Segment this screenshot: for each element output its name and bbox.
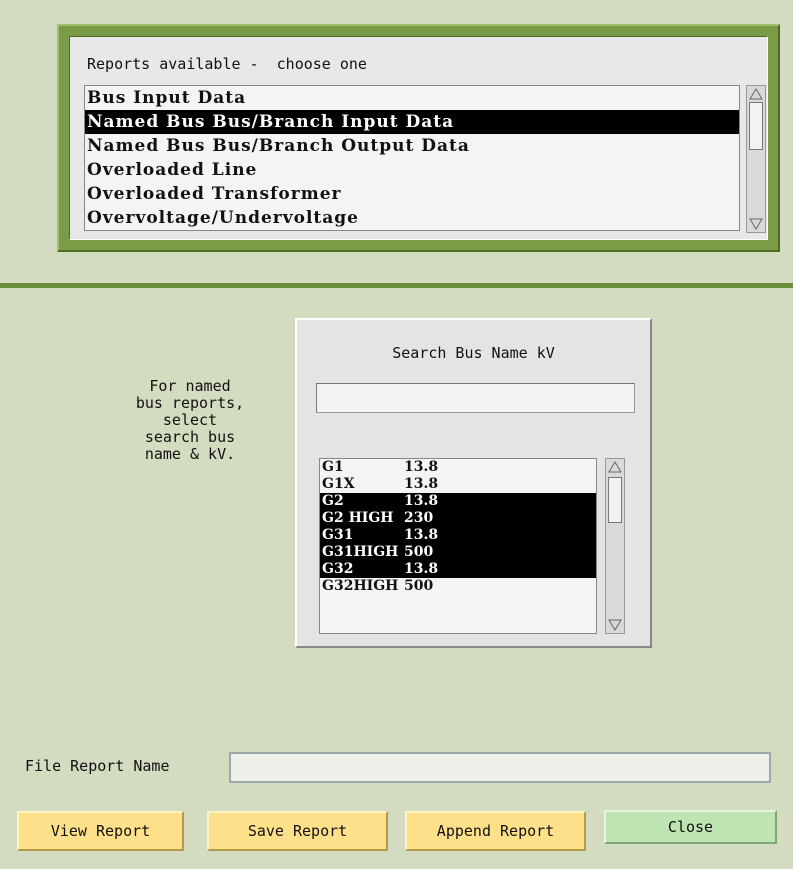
bus-name: G1X <box>322 476 355 492</box>
bus-kv: 13.8 <box>404 527 439 543</box>
report-list[interactable]: Bus Input Data Named Bus Bus/Branch Input… <box>84 85 740 231</box>
scroll-up-icon[interactable] <box>749 88 763 100</box>
bus-name: G1 <box>322 459 344 475</box>
bus-name: G31 <box>322 527 354 543</box>
scroll-thumb[interactable] <box>749 102 763 150</box>
bus-kv: 13.8 <box>404 493 439 509</box>
bus-list-item[interactable]: G1 13.8 <box>320 459 596 476</box>
view-report-button[interactable]: View Report <box>17 811 184 851</box>
bus-kv: 500 <box>404 544 434 560</box>
reports-inner-panel: Reports available - choose one Bus Input… <box>69 36 768 240</box>
bus-list[interactable]: G1 13.8 G1X 13.8 G2 13.8 G2 HIGH 230 G31 13.8 G31H… <box>319 458 597 634</box>
bus-name: G2 HIGH <box>322 510 394 526</box>
bus-kv: 13.8 <box>404 476 439 492</box>
scroll-thumb[interactable] <box>608 477 622 523</box>
file-report-name-input[interactable] <box>229 752 771 783</box>
scroll-down-icon[interactable] <box>749 218 763 230</box>
save-report-button[interactable]: Save Report <box>207 811 388 851</box>
bus-name: G2 <box>322 493 344 509</box>
file-report-label: File Report Name <box>25 757 170 775</box>
help-text: For named bus reports, select search bus… <box>135 377 245 463</box>
bus-name: G32 <box>322 561 354 577</box>
search-bus-panel: Search Bus Name kV G1 13.8 G1X 13.8 G2 13.8 G2… <box>295 318 652 648</box>
bus-name: G32HIGH <box>322 578 399 594</box>
report-list-item[interactable]: Overloaded Transformer <box>85 182 739 206</box>
bus-list-item[interactable]: G32HIGH 500 <box>320 578 596 595</box>
bus-list-item[interactable]: G2 HIGH 230 <box>320 510 596 527</box>
bus-list-item[interactable]: G1X 13.8 <box>320 476 596 493</box>
report-list-item[interactable]: Overloaded Line <box>85 158 739 182</box>
bus-name: G31HIGH <box>322 544 399 560</box>
bus-kv: 13.8 <box>404 459 439 475</box>
report-selection-panel: Reports available - choose one Bus Input… <box>0 0 793 283</box>
panel-divider <box>0 283 793 288</box>
scroll-down-icon[interactable] <box>608 619 622 631</box>
append-report-button[interactable]: Append Report <box>405 811 586 851</box>
scroll-up-icon[interactable] <box>608 461 622 473</box>
bus-list-item[interactable]: G32 13.8 <box>320 561 596 578</box>
report-list-item[interactable]: Bus Input Data <box>85 86 739 110</box>
bus-kv: 13.8 <box>404 561 439 577</box>
report-list-item[interactable]: Named Bus Bus/Branch Output Data <box>85 134 739 158</box>
bus-list-item[interactable]: G2 13.8 <box>320 493 596 510</box>
report-list-scrollbar[interactable] <box>746 85 766 233</box>
reports-label: Reports available - choose one <box>87 55 367 73</box>
bus-list-item[interactable]: G31 13.8 <box>320 527 596 544</box>
search-title: Search Bus Name kV <box>392 344 555 362</box>
report-list-item[interactable]: Overvoltage/Undervoltage <box>85 206 739 230</box>
bus-list-item[interactable]: G31HIGH 500 <box>320 544 596 561</box>
close-button[interactable]: Close <box>604 810 777 844</box>
search-input[interactable] <box>316 383 635 413</box>
report-list-item[interactable]: Named Bus Bus/Branch Input Data <box>85 110 739 134</box>
bus-kv: 500 <box>404 578 434 594</box>
bus-list-scrollbar[interactable] <box>605 458 625 634</box>
bus-kv: 230 <box>404 510 434 526</box>
reports-frame: Reports available - choose one Bus Input… <box>57 24 780 252</box>
